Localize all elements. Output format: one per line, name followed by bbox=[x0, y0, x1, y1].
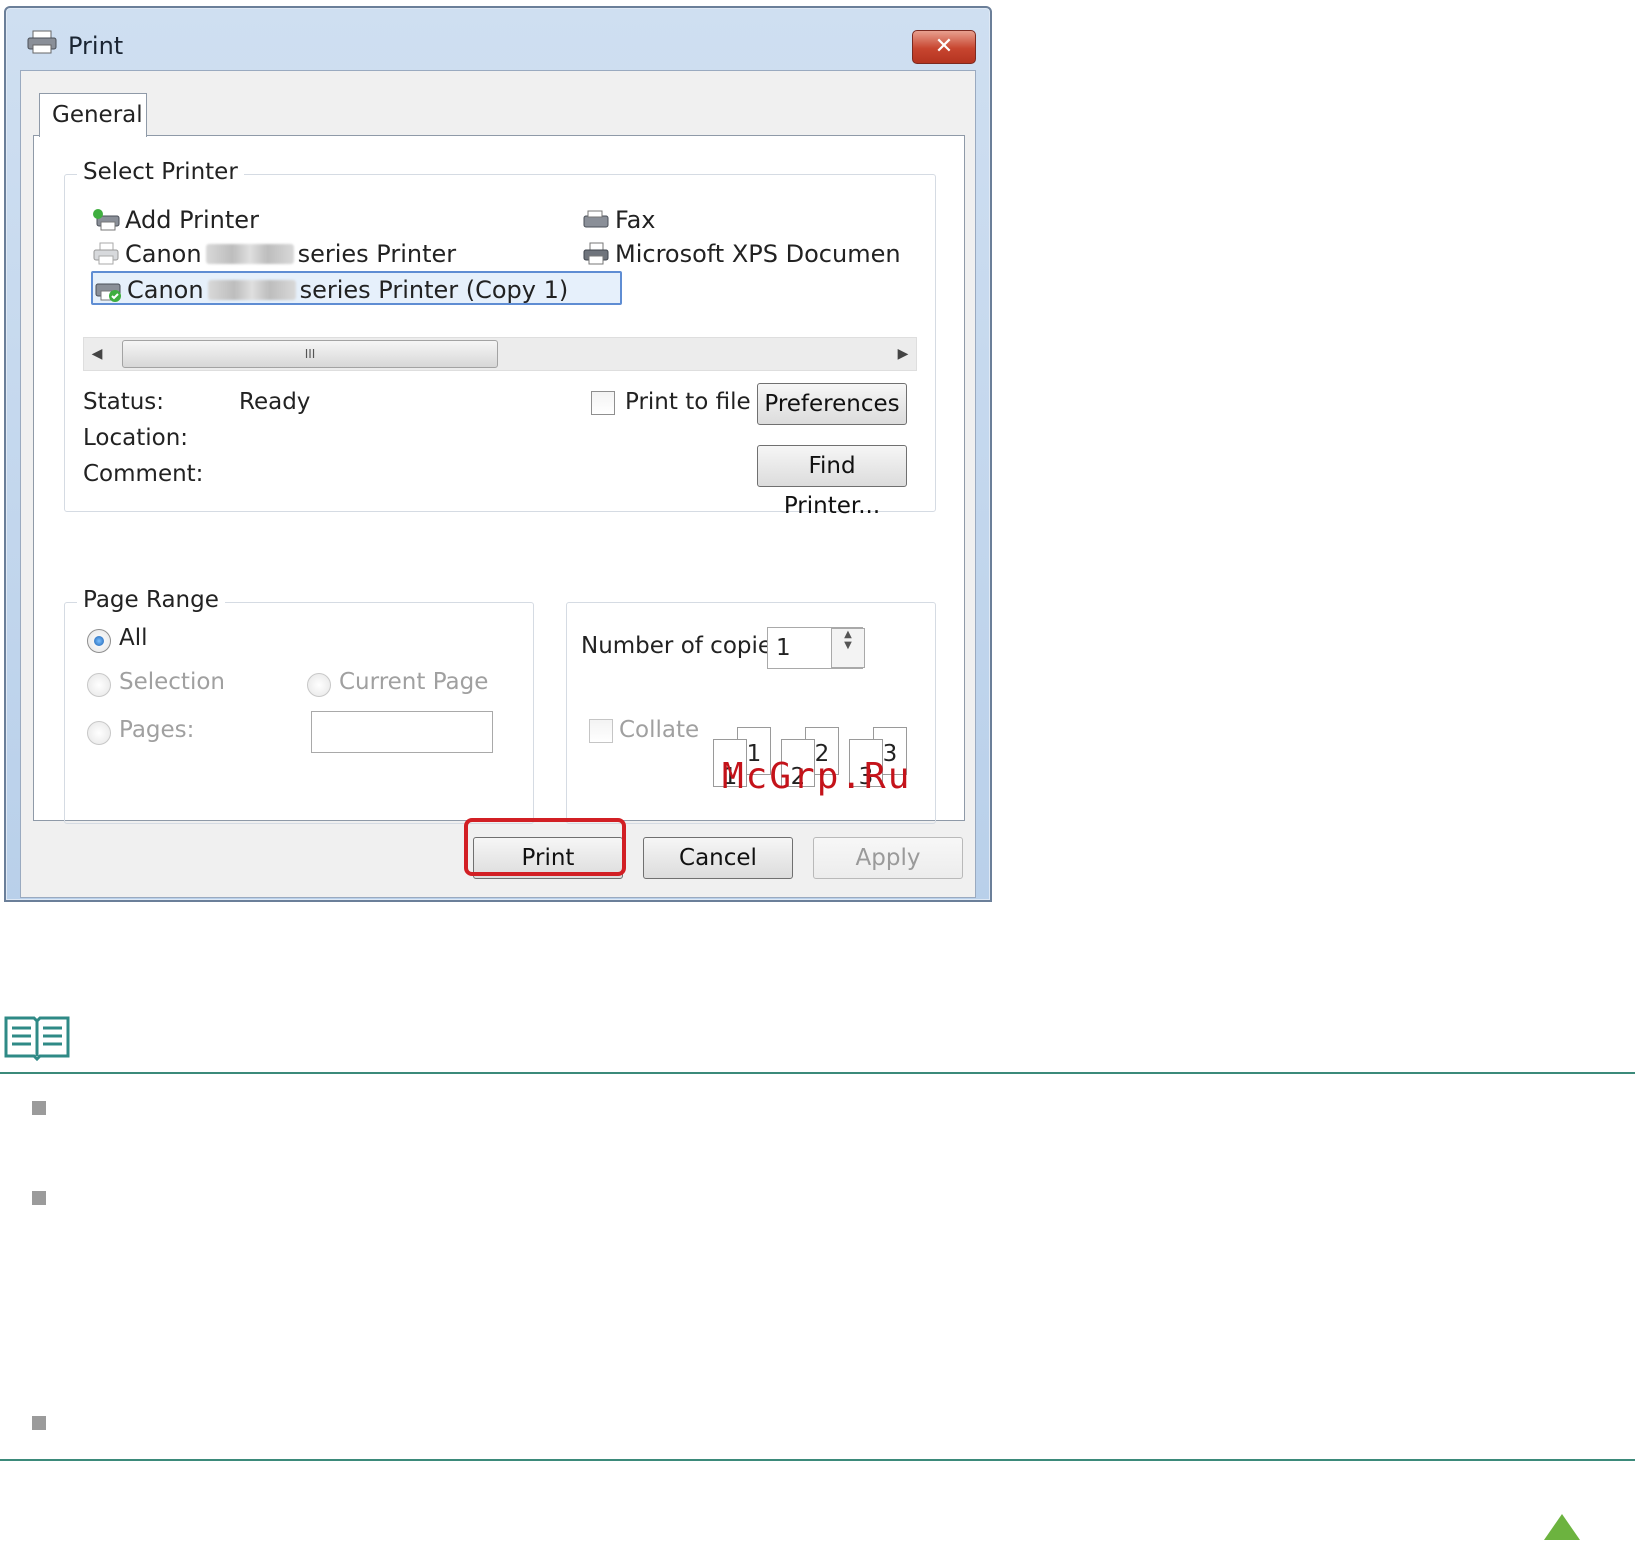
printer-item-fax[interactable]: Fax bbox=[581, 203, 656, 237]
default-printer-icon bbox=[95, 283, 121, 302]
print-to-file-label[interactable]: Print to file bbox=[625, 389, 751, 415]
status-value: Ready bbox=[239, 389, 311, 415]
current-page-label[interactable]: Current Page bbox=[339, 669, 488, 695]
printer-label-prefix: Canon bbox=[125, 240, 202, 268]
note-top-rule bbox=[0, 1072, 1635, 1074]
redacted-model bbox=[205, 244, 294, 264]
printer-icon bbox=[583, 242, 609, 265]
printer-icon bbox=[27, 30, 57, 54]
preferences-button[interactable]: Preferences bbox=[757, 383, 907, 425]
print-button-highlight bbox=[464, 818, 626, 876]
printer-item-canon[interactable]: Canon series Printer bbox=[91, 237, 456, 271]
spin-down-icon[interactable]: ▼ bbox=[832, 640, 864, 651]
add-printer-icon bbox=[93, 209, 120, 231]
pages-label[interactable]: Pages: bbox=[119, 717, 194, 743]
note-bullet bbox=[32, 1191, 46, 1205]
printer-item-add-printer[interactable]: Add Printer bbox=[91, 203, 259, 237]
cancel-button[interactable]: Cancel bbox=[643, 837, 793, 879]
status-label: Status: bbox=[83, 389, 165, 415]
printer-label: Microsoft XPS Documen bbox=[615, 240, 899, 268]
redacted-model bbox=[207, 280, 296, 300]
comment-label: Comment: bbox=[83, 461, 204, 487]
note-book-icon bbox=[4, 1016, 70, 1062]
note-bullet bbox=[32, 1416, 46, 1430]
collate-checkbox[interactable] bbox=[589, 719, 613, 743]
printer-icon bbox=[93, 242, 119, 265]
number-of-copies-label: Number of copies: bbox=[581, 633, 792, 659]
scrollbar-thumb[interactable]: III bbox=[122, 340, 498, 368]
note-bullet bbox=[32, 1101, 46, 1115]
find-printer-button[interactable]: Find Printer... bbox=[757, 445, 907, 519]
title-bar[interactable]: Print ✕ bbox=[6, 8, 990, 68]
fax-icon bbox=[583, 210, 609, 228]
printer-item-xps[interactable]: Microsoft XPS Documen bbox=[581, 237, 899, 271]
apply-button[interactable]: Apply bbox=[813, 837, 963, 879]
spin-up-icon[interactable]: ▲ bbox=[832, 629, 864, 640]
pages-radio[interactable] bbox=[87, 721, 111, 745]
copies-spinner[interactable]: ▲ ▼ bbox=[831, 628, 865, 668]
close-button[interactable]: ✕ bbox=[912, 30, 976, 64]
printer-list-scrollbar[interactable]: ◀ III ▶ bbox=[83, 337, 917, 371]
printer-label-prefix: Canon bbox=[127, 276, 204, 304]
window-title: Print bbox=[68, 32, 124, 60]
tab-general[interactable]: General bbox=[39, 93, 147, 137]
collate-label[interactable]: Collate bbox=[619, 717, 699, 743]
location-label: Location: bbox=[83, 425, 189, 451]
current-page-radio[interactable] bbox=[307, 673, 331, 697]
printer-label-suffix: series Printer bbox=[297, 240, 457, 268]
note-bottom-rule bbox=[0, 1459, 1635, 1461]
printer-list[interactable]: Add Printer Canon series Printer Canon s… bbox=[85, 203, 915, 353]
all-radio[interactable] bbox=[87, 629, 111, 653]
page-range-title: Page Range bbox=[77, 587, 225, 613]
selection-label[interactable]: Selection bbox=[119, 669, 225, 695]
printer-label: Add Printer bbox=[125, 206, 259, 234]
back-to-top-arrow-icon[interactable] bbox=[1542, 1512, 1582, 1542]
watermark: McGrp.Ru bbox=[722, 756, 912, 797]
scroll-left-arrow-icon[interactable]: ◀ bbox=[84, 338, 110, 370]
page-range-group: Page Range All Selection Current Page Pa… bbox=[64, 587, 534, 824]
selection-radio[interactable] bbox=[87, 673, 111, 697]
printer-label: Fax bbox=[615, 206, 656, 234]
print-to-file-checkbox[interactable] bbox=[591, 391, 615, 415]
select-printer-title: Select Printer bbox=[77, 159, 244, 185]
select-printer-group: Select Printer Add Printer Canon series … bbox=[64, 159, 936, 519]
all-label[interactable]: All bbox=[119, 625, 148, 651]
scroll-right-arrow-icon[interactable]: ▶ bbox=[890, 338, 916, 370]
pages-input[interactable] bbox=[311, 711, 493, 753]
printer-item-canon-copy-1[interactable]: Canon series Printer (Copy 1) bbox=[91, 271, 623, 305]
general-tab-panel: Select Printer Add Printer Canon series … bbox=[33, 135, 965, 824]
printer-label-suffix: series Printer (Copy 1) bbox=[299, 276, 569, 304]
